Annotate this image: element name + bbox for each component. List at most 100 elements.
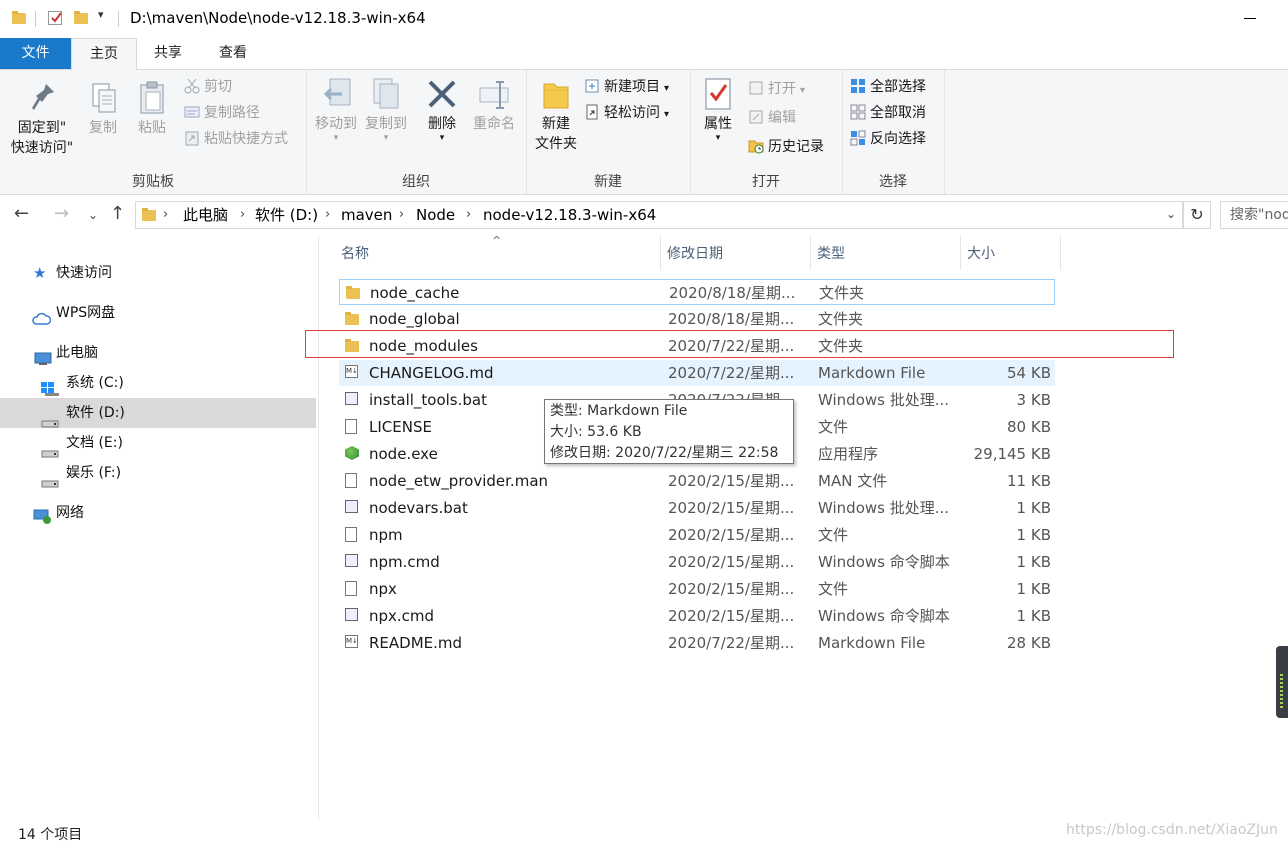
select-all-button[interactable]: 全部选择 — [850, 76, 926, 98]
breadcrumb-separator[interactable]: › — [163, 202, 168, 228]
move-to-button[interactable]: 移动到 ▾ — [310, 76, 362, 143]
easy-access-button[interactable]: 轻松访问 ▾ — [584, 102, 669, 124]
copy-button[interactable]: 复制 — [82, 80, 124, 138]
column-header-name[interactable]: 名称 — [335, 236, 661, 270]
file-row[interactable]: npm 2020/2/15/星期... 文件 1 KB — [339, 522, 1055, 548]
cut-button[interactable]: 剪切 — [184, 76, 232, 98]
file-size: 1 KB — [1016, 499, 1051, 517]
file-size: 80 KB — [1007, 418, 1051, 436]
tab-view[interactable]: 查看 — [200, 38, 266, 69]
file-row[interactable]: npx.cmd 2020/2/15/星期... Windows 命令脚本 1 KB — [339, 603, 1055, 629]
invert-selection-button[interactable]: 反向选择 — [850, 128, 926, 150]
up-arrow-icon[interactable]: ↑ — [110, 203, 125, 224]
file-row[interactable]: node_etw_provider.man 2020/2/15/星期... MAN … — [339, 468, 1055, 494]
side-widget[interactable] — [1276, 646, 1288, 718]
breadcrumb-this-pc[interactable]: 此电脑 — [183, 202, 228, 228]
file-row[interactable]: M↓ CHANGELOG.md 2020/7/22/星期... Markdown Fi… — [339, 360, 1055, 386]
new-folder-icon — [540, 76, 572, 112]
recent-locations-icon[interactable]: ⌄ — [88, 208, 98, 222]
file-row[interactable]: npx 2020/2/15/星期... 文件 1 KB — [339, 576, 1055, 602]
back-arrow-icon[interactable]: ← — [14, 203, 29, 224]
nav-quick-access[interactable]: ★ 快速访问 — [0, 258, 316, 288]
open-button[interactable]: 打开 ▾ — [748, 78, 805, 100]
column-header-size[interactable]: 大小 — [961, 236, 1061, 270]
properties-qat-icon[interactable] — [48, 11, 62, 25]
copy-path-button[interactable]: 复制路径 — [184, 102, 260, 124]
file-date: 2020/2/15/星期... — [668, 553, 795, 571]
copy-to-icon — [370, 76, 402, 112]
file-name: node_etw_provider.man — [369, 472, 549, 490]
column-header-type[interactable]: 类型 — [811, 236, 961, 270]
file-type: Windows 命令脚本 — [818, 553, 950, 571]
delete-button[interactable]: 删除 ▾ — [420, 76, 464, 143]
paste-shortcut-button[interactable]: 粘贴快捷方式 — [184, 128, 288, 150]
breadcrumb-current-folder[interactable]: node-v12.18.3-win-x64 — [483, 202, 656, 228]
breadcrumb-separator[interactable]: › — [325, 202, 330, 228]
breadcrumb-node[interactable]: Node — [416, 202, 455, 228]
forward-arrow-icon[interactable]: → — [54, 203, 69, 224]
pin-label-2: 快速访问" — [10, 140, 74, 156]
minimize-button[interactable] — [1240, 8, 1260, 28]
nav-drive-e[interactable]: 文档 (E:) — [0, 428, 316, 458]
nav-this-pc[interactable]: 此电脑 — [0, 338, 316, 368]
cloud-icon — [31, 306, 52, 336]
tab-share[interactable]: 共享 — [136, 38, 200, 69]
rename-button[interactable]: 重命名 — [468, 76, 520, 134]
file-row[interactable]: node_cache 2020/8/18/星期... 文件夹 — [339, 279, 1055, 305]
nav-drive-d-label: 软件 (D:) — [66, 405, 125, 421]
breadcrumb-maven[interactable]: maven — [341, 202, 392, 228]
address-dropdown-icon[interactable]: ⌄ — [1166, 207, 1176, 221]
nav-drive-d[interactable]: 软件 (D:) — [0, 398, 316, 428]
nav-drive-f[interactable]: 娱乐 (F:) — [0, 458, 316, 488]
properties-button[interactable]: 属性 ▾ — [696, 76, 740, 143]
paste-button[interactable]: 粘贴 — [130, 80, 174, 138]
new-folder-qat-icon[interactable] — [74, 11, 88, 25]
file-row[interactable]: M↓ README.md 2020/7/22/星期... Markdown File 2… — [339, 630, 1055, 656]
copy-to-button[interactable]: 复制到 ▾ — [360, 76, 412, 143]
file-row[interactable]: npm.cmd 2020/2/15/星期... Windows 命令脚本 1 KB — [339, 549, 1055, 575]
address-bar[interactable]: › 此电脑 › 软件 (D:) › maven › Node › node-v1… — [135, 201, 1183, 229]
file-type: 文件 — [818, 526, 849, 544]
navigation-pane: ★ 快速访问 WPS网盘 此电脑 系统 (C:) 软件 (D:) 文档 (E:)… — [0, 236, 319, 820]
file-size: 1 KB — [1016, 580, 1051, 598]
file-name: README.md — [369, 634, 463, 652]
search-input[interactable]: 搜索"node-v12.18.3-win-x64" — [1220, 201, 1288, 229]
tab-file[interactable]: 文件 — [0, 38, 71, 69]
tab-home[interactable]: 主页 — [71, 38, 137, 70]
rename-icon — [478, 76, 510, 112]
file-type: Windows 命令脚本 — [818, 607, 950, 625]
new-item-button[interactable]: 新建项目 ▾ — [584, 76, 669, 98]
breadcrumb-separator[interactable]: › — [240, 202, 245, 228]
breadcrumb-drive-d[interactable]: 软件 (D:) — [255, 202, 318, 228]
properties-dropdown-icon: ▾ — [715, 133, 721, 143]
column-header-date[interactable]: 修改日期 — [661, 236, 811, 270]
refresh-icon[interactable]: ↻ — [1183, 201, 1211, 229]
batch-file-icon — [345, 608, 359, 624]
tooltip-modified: 修改日期: 2020/7/22/星期三 22:58 — [550, 445, 779, 461]
select-none-button[interactable]: 全部取消 — [850, 102, 926, 124]
file-size: 11 KB — [1007, 472, 1051, 490]
move-to-icon — [320, 76, 352, 112]
file-date: 2020/2/15/星期... — [668, 580, 795, 598]
file-type: Windows 批处理... — [818, 499, 950, 517]
nav-wps-cloud[interactable]: WPS网盘 — [0, 298, 316, 328]
clipboard-group-label: 剪贴板 — [132, 174, 174, 190]
edit-button[interactable]: 编辑 — [748, 107, 796, 129]
qat-dropdown-icon[interactable]: ▾ — [98, 8, 104, 21]
file-date: 2020/2/15/星期... — [668, 499, 795, 517]
nav-drive-c[interactable]: 系统 (C:) — [0, 368, 316, 398]
batch-file-icon — [345, 554, 359, 570]
file-row[interactable]: nodevars.bat 2020/2/15/星期... Windows 批处理..… — [339, 495, 1055, 521]
file-row[interactable]: node_global 2020/8/18/星期... 文件夹 — [339, 306, 1055, 332]
open-icon — [748, 80, 764, 96]
pin-quick-access-button[interactable]: 固定到" 快速访问" — [4, 80, 80, 158]
copy-to-dropdown-icon: ▾ — [383, 133, 389, 143]
history-button[interactable]: 历史记录 — [748, 136, 824, 158]
nav-network[interactable]: 网络 — [0, 498, 316, 528]
window-title: D:\maven\Node\node-v12.18.3-win-x64 — [130, 9, 426, 27]
breadcrumb-separator[interactable]: › — [466, 202, 471, 228]
ribbon-tabs: 文件 主页 共享 查看 — [0, 38, 1288, 70]
select-none-icon — [850, 104, 866, 120]
new-folder-button[interactable]: 新建 文件夹 — [530, 76, 582, 154]
breadcrumb-separator[interactable]: › — [399, 202, 404, 228]
